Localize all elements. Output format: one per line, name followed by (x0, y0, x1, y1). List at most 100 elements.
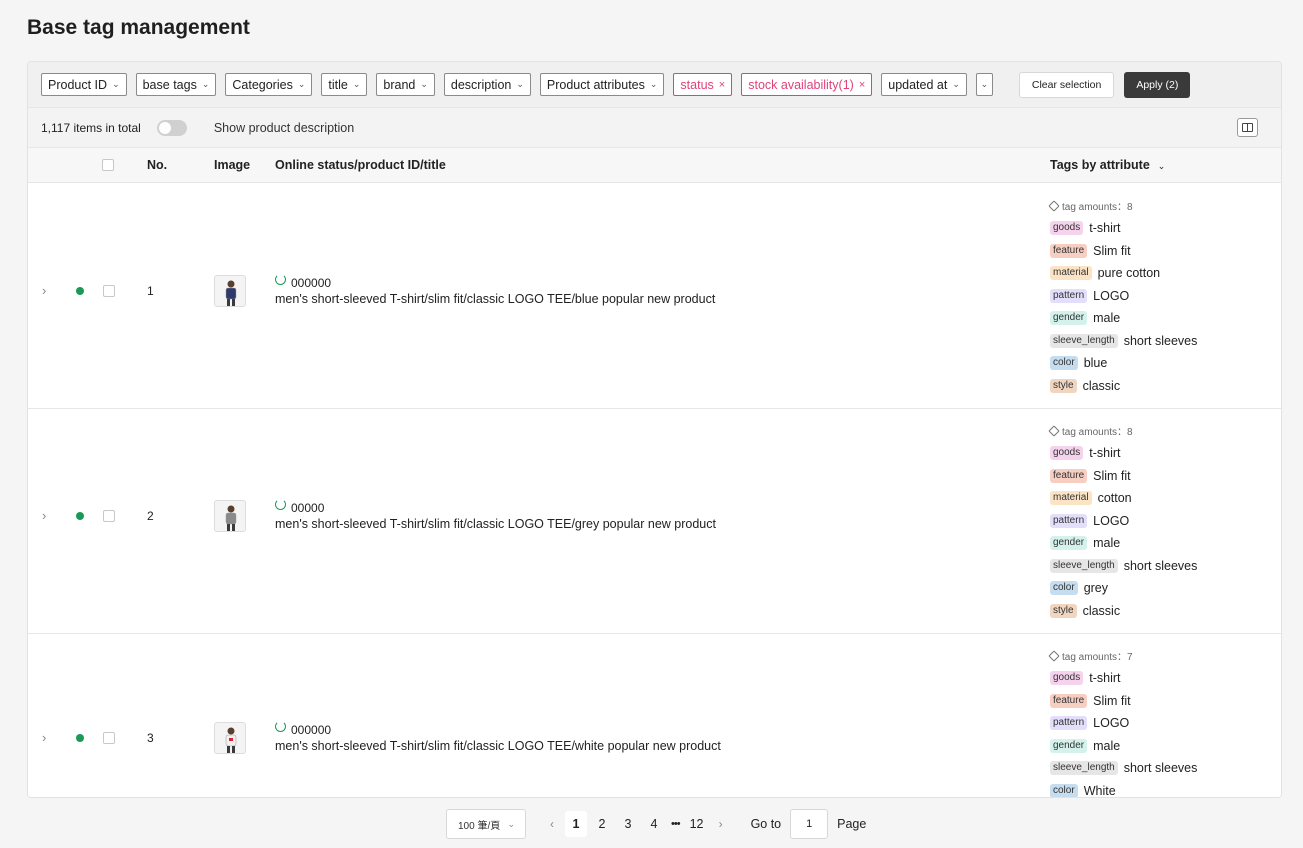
tag-value: blue (1083, 356, 1108, 371)
chevron-down-icon: ⌄ (516, 79, 524, 89)
attribute-tags: tag amounts：8 goods t-shirt feature Slim fit… (1048, 423, 1197, 623)
product-image[interactable] (214, 500, 246, 532)
filter-description[interactable]: description ⌄ (443, 73, 531, 96)
tag-value: t-shirt (1089, 446, 1121, 461)
tag-key-badge: pattern (1050, 288, 1088, 303)
clear-selection-button[interactable]: Clear selection (1018, 71, 1115, 98)
chevron-right-icon[interactable]: › (42, 730, 46, 745)
filter-title[interactable]: title ⌄ (321, 73, 368, 96)
tag-amounts-text: tag amounts：8 (1062, 202, 1133, 213)
filter-stock-availability-1[interactable]: stock availability(1) × (741, 73, 873, 96)
product-id: 000000 (275, 720, 332, 737)
tag-value: Slim fit (1093, 468, 1131, 483)
tag-key-badge: goods (1050, 671, 1084, 686)
tag-item: pattern LOGO (1050, 285, 1197, 308)
tag-key-badge: sleeve_length (1050, 333, 1118, 348)
tag-item: pattern LOGO (1050, 510, 1197, 533)
close-icon[interactable]: × (859, 79, 865, 91)
close-icon[interactable]: × (719, 79, 725, 91)
filter-categories[interactable]: Categories ⌄ (225, 73, 313, 96)
show-description-toggle[interactable] (156, 119, 187, 136)
tag-amounts-text: tag amounts：7 (1062, 652, 1133, 663)
tag-item: gender male (1050, 532, 1197, 555)
tag-key-badge: goods (1050, 221, 1084, 236)
header-status: Online status/product ID/title (275, 158, 446, 172)
next-page-button[interactable]: › (719, 817, 723, 831)
product-image[interactable] (214, 722, 246, 754)
product-image[interactable] (214, 275, 246, 307)
goto-page-input[interactable]: 1 (790, 809, 829, 839)
prev-page-button[interactable]: ‹ (550, 817, 554, 831)
tag-key-badge: gender (1050, 738, 1088, 753)
product-title[interactable]: men's short-sleeved T-shirt/slim fit/cla… (275, 517, 716, 531)
tag-value: male (1093, 738, 1121, 753)
tag-key-badge: color (1050, 356, 1078, 371)
page-4[interactable]: 4 (643, 811, 665, 837)
filter-label: stock availability(1) (748, 77, 854, 92)
attribute-tags: tag amounts：8 goods t-shirt feature Slim fit… (1048, 198, 1197, 398)
tag-item: color White (1050, 780, 1197, 797)
column-settings-button[interactable] (1237, 118, 1258, 137)
page-size-value: 100 筆/頁 (458, 820, 501, 832)
row-checkbox[interactable] (103, 285, 115, 297)
table-row: › 1 000000 men's short-sleeved T-shirt/slim… (28, 184, 1281, 409)
tag-value: cotton (1097, 491, 1132, 506)
tag-value: grey (1083, 581, 1109, 596)
filter-updated-at[interactable]: updated at ⌄ (881, 73, 967, 96)
sync-status-icon (275, 273, 286, 285)
sync-status-icon (275, 720, 286, 732)
page: Base tag management Product ID ⌄ base tags… (0, 0, 1303, 848)
product-id-text: 000000 (291, 723, 332, 737)
more-filters-button[interactable]: ⌄ (975, 73, 993, 96)
online-status-dot (76, 287, 84, 295)
tag-item: style classic (1050, 600, 1197, 623)
page-1[interactable]: 1 (565, 811, 587, 837)
tag-item: style classic (1050, 375, 1197, 398)
filter-product-attributes[interactable]: Product attributes ⌄ (539, 73, 665, 96)
tag-key-badge: style (1050, 378, 1077, 393)
page-3[interactable]: 3 (617, 811, 639, 837)
row-checkbox[interactable] (103, 510, 115, 522)
chevron-right-icon[interactable]: › (42, 283, 46, 298)
product-title[interactable]: men's short-sleeved T-shirt/slim fit/cla… (275, 292, 715, 306)
product-thumbnail-graphic (225, 505, 237, 531)
page-2[interactable]: 2 (591, 811, 613, 837)
product-title[interactable]: men's short-sleeved T-shirt/slim fit/cla… (275, 739, 721, 753)
attribute-tags: tag amounts：7 goods t-shirt feature Slim fit… (1048, 648, 1197, 797)
main-panel: Product ID ⌄ base tags ⌄ Categories ⌄ title ⌄ br… (27, 61, 1282, 798)
page-last[interactable]: 12 (686, 811, 708, 837)
row-checkbox[interactable] (103, 732, 115, 744)
apply-button[interactable]: Apply (2) (1124, 71, 1191, 98)
header-tags[interactable]: Tags by attribute ⌄ (1050, 158, 1165, 172)
page-size-select[interactable]: 100 筆/頁 ⌄ (446, 809, 526, 839)
tag-value: Slim fit (1093, 243, 1131, 258)
filter-label: Product attributes (546, 77, 645, 92)
chevron-down-icon: ⌄ (297, 79, 306, 89)
row-number: 2 (147, 509, 154, 523)
total-count: 1,117 items in total (41, 120, 141, 135)
tag-key-badge: gender (1050, 311, 1088, 326)
chevron-right-icon[interactable]: › (42, 508, 46, 523)
select-all-checkbox[interactable] (102, 159, 114, 171)
product-id: 00000 (275, 498, 324, 515)
filter-status[interactable]: status × (673, 73, 733, 96)
tag-key-badge: feature (1050, 693, 1088, 708)
filter-product-id[interactable]: Product ID ⌄ (41, 73, 127, 96)
tag-item: goods t-shirt (1050, 442, 1197, 465)
filter-base-tags[interactable]: base tags ⌄ (135, 73, 217, 96)
chevron-down-icon: ⌄ (420, 79, 428, 89)
header-image: Image (214, 158, 251, 172)
chevron-down-icon: ⌄ (112, 79, 120, 89)
tag-key-badge: color (1050, 581, 1078, 596)
tag-value: White (1083, 783, 1116, 797)
table-row: › 2 00000 men's short-sleeved T-shirt/slim … (28, 409, 1281, 634)
tag-key-badge: color (1050, 783, 1078, 797)
tag-item: material pure cotton (1050, 262, 1197, 285)
tag-value: t-shirt (1089, 221, 1121, 236)
tag-item: goods t-shirt (1050, 667, 1197, 690)
tag-item: pattern LOGO (1050, 712, 1197, 735)
filter-brand[interactable]: brand ⌄ (376, 73, 435, 96)
page-ellipsis[interactable]: ••• (671, 818, 681, 830)
page-label: Page (837, 817, 867, 831)
tag-key-badge: pattern (1050, 513, 1088, 528)
